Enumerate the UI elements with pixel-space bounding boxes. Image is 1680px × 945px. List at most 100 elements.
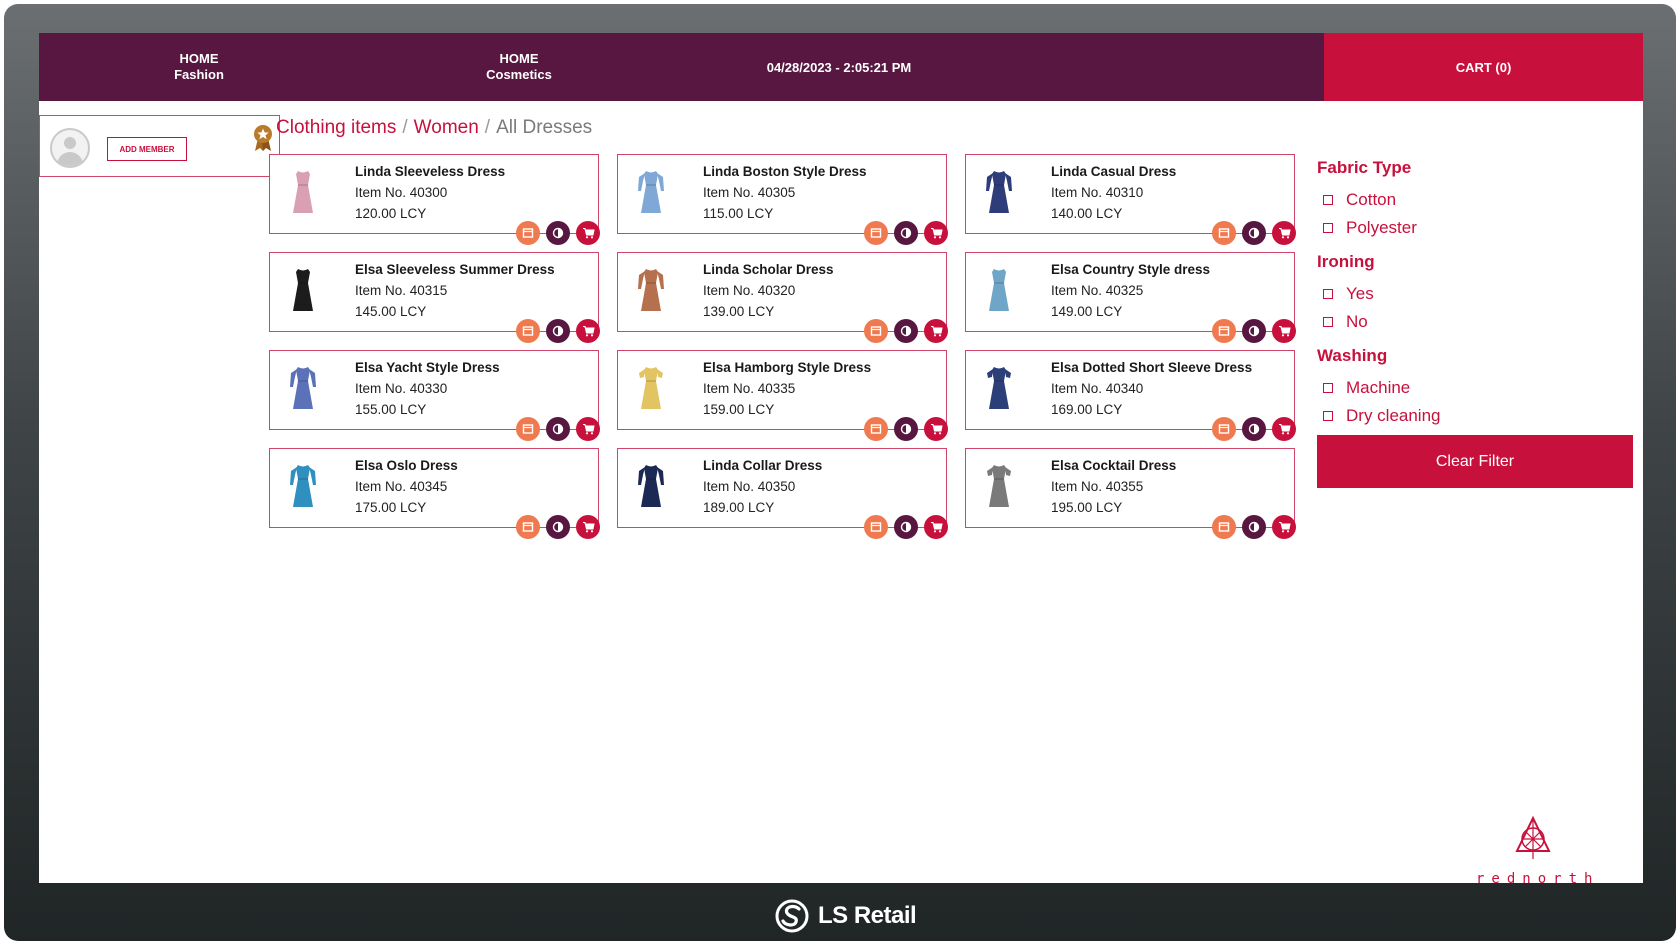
date-time-display: 04/28/2023 - 2:05:21 PM [766, 59, 912, 75]
add-to-cart-icon[interactable] [924, 319, 948, 343]
details-icon[interactable] [864, 515, 888, 539]
details-icon[interactable] [1212, 515, 1236, 539]
product-price: 140.00 LCY [1051, 206, 1123, 221]
add-to-cart-icon[interactable] [576, 319, 600, 343]
compare-icon[interactable] [546, 221, 570, 245]
filter-checkbox[interactable] [1323, 411, 1333, 421]
filter-option[interactable]: Cotton [1323, 186, 1637, 214]
award-badge-icon[interactable] [252, 124, 274, 152]
compare-icon[interactable] [894, 221, 918, 245]
compare-icon[interactable] [546, 319, 570, 343]
filter-group: Fabric Type Cotton Polyester [1317, 158, 1637, 242]
details-icon[interactable] [516, 221, 540, 245]
compare-icon[interactable] [894, 319, 918, 343]
add-to-cart-icon[interactable] [576, 417, 600, 441]
compare-icon[interactable] [894, 515, 918, 539]
top-navigation-bar: HOME Fashion HOME Cosmetics 04/28/2023 -… [39, 33, 1643, 101]
filter-checkbox[interactable] [1323, 317, 1333, 327]
product-card[interactable]: Elsa Country Style dress Item No. 40325 14… [965, 252, 1296, 343]
details-icon[interactable] [1212, 319, 1236, 343]
home-cosmetics-button[interactable]: HOME Cosmetics [359, 33, 679, 101]
product-actions [516, 319, 600, 343]
product-card[interactable]: Elsa Yacht Style Dress Item No. 40330 155.… [269, 350, 600, 441]
product-image [984, 267, 1014, 313]
filter-checkbox[interactable] [1323, 383, 1333, 393]
product-item-number: Item No. 40350 [703, 479, 796, 494]
filter-checkbox[interactable] [1323, 223, 1333, 233]
product-actions [516, 417, 600, 441]
add-member-button[interactable]: ADD MEMBER [107, 137, 187, 161]
product-card[interactable]: Linda Scholar Dress Item No. 40320 139.00 … [617, 252, 948, 343]
product-card[interactable]: Linda Sleeveless Dress Item No. 40300 120.… [269, 154, 600, 245]
filter-option[interactable]: Yes [1323, 280, 1637, 308]
add-to-cart-icon[interactable] [576, 221, 600, 245]
product-name: Elsa Yacht Style Dress [355, 360, 500, 375]
product-card[interactable]: Linda Boston Style Dress Item No. 40305 11… [617, 154, 948, 245]
product-item-number: Item No. 40305 [703, 185, 796, 200]
filter-option[interactable]: Machine [1323, 374, 1637, 402]
compare-icon[interactable] [1242, 319, 1266, 343]
breadcrumb: Clothing items / Women / All Dresses [276, 117, 592, 141]
product-card[interactable]: Linda Casual Dress Item No. 40310 140.00 L… [965, 154, 1296, 245]
product-name: Elsa Cocktail Dress [1051, 458, 1177, 473]
product-card[interactable]: Elsa Dotted Short Sleeve Dress Item No. 4… [965, 350, 1296, 441]
home-fashion-button[interactable]: HOME Fashion [39, 33, 359, 101]
product-card[interactable]: Elsa Sleeveless Summer Dress Item No. 403… [269, 252, 600, 343]
product-image [636, 169, 666, 215]
compare-icon[interactable] [546, 417, 570, 441]
filter-checkbox[interactable] [1323, 195, 1333, 205]
breadcrumb-item-clothing[interactable]: Clothing items [276, 117, 396, 138]
breadcrumb-item-current: All Dresses [496, 117, 593, 138]
compare-icon[interactable] [1242, 221, 1266, 245]
product-card[interactable]: Elsa Oslo Dress Item No. 40345 175.00 LCY [269, 448, 600, 539]
filter-option[interactable]: No [1323, 308, 1637, 336]
filter-group-heading: Ironing [1317, 252, 1375, 271]
filter-option[interactable]: Polyester [1323, 214, 1637, 242]
add-to-cart-icon[interactable] [1272, 417, 1296, 441]
product-image [288, 463, 318, 509]
product-actions [1212, 319, 1296, 343]
add-to-cart-icon[interactable] [924, 515, 948, 539]
product-item-number: Item No. 40315 [355, 283, 448, 298]
home-cosmetics-line1: HOME [499, 51, 539, 66]
compare-icon[interactable] [546, 515, 570, 539]
add-to-cart-icon[interactable] [1272, 515, 1296, 539]
filter-checkbox[interactable] [1323, 289, 1333, 299]
details-icon[interactable] [516, 319, 540, 343]
details-icon[interactable] [1212, 417, 1236, 441]
compare-icon[interactable] [1242, 515, 1266, 539]
product-item-number: Item No. 40335 [703, 381, 796, 396]
product-image [984, 365, 1014, 411]
compare-icon[interactable] [894, 417, 918, 441]
product-image [288, 267, 318, 313]
home-fashion-line2: Fashion [174, 67, 224, 82]
filter-option-label: Machine [1346, 378, 1411, 397]
product-card[interactable]: Elsa Cocktail Dress Item No. 40355 195.00 … [965, 448, 1296, 539]
details-icon[interactable] [864, 417, 888, 441]
product-image [288, 365, 318, 411]
product-card[interactable]: Elsa Hamborg Style Dress Item No. 40335 15… [617, 350, 948, 441]
details-icon[interactable] [1212, 221, 1236, 245]
app-screen: HOME Fashion HOME Cosmetics 04/28/2023 -… [39, 33, 1643, 883]
filter-option-label: No [1346, 312, 1368, 331]
add-to-cart-icon[interactable] [1272, 221, 1296, 245]
filter-option-label: Cotton [1346, 190, 1397, 209]
ls-retail-name: LS Retail [818, 902, 917, 929]
product-name: Linda Sleeveless Dress [355, 164, 506, 179]
details-icon[interactable] [864, 221, 888, 245]
details-icon[interactable] [864, 319, 888, 343]
details-icon[interactable] [516, 515, 540, 539]
filter-option[interactable]: Dry cleaning [1323, 402, 1637, 430]
rednorth-wordmark: rednorth [1476, 871, 1600, 883]
add-to-cart-icon[interactable] [924, 221, 948, 245]
breadcrumb-item-women[interactable]: Women [414, 117, 479, 138]
add-to-cart-icon[interactable] [576, 515, 600, 539]
product-actions [1212, 221, 1296, 245]
add-to-cart-icon[interactable] [924, 417, 948, 441]
clear-filter-button[interactable]: Clear Filter [1317, 435, 1633, 488]
cart-button[interactable]: CART (0) [1324, 33, 1643, 101]
compare-icon[interactable] [1242, 417, 1266, 441]
details-icon[interactable] [516, 417, 540, 441]
add-to-cart-icon[interactable] [1272, 319, 1296, 343]
product-card[interactable]: Linda Collar Dress Item No. 40350 189.00 L… [617, 448, 948, 539]
